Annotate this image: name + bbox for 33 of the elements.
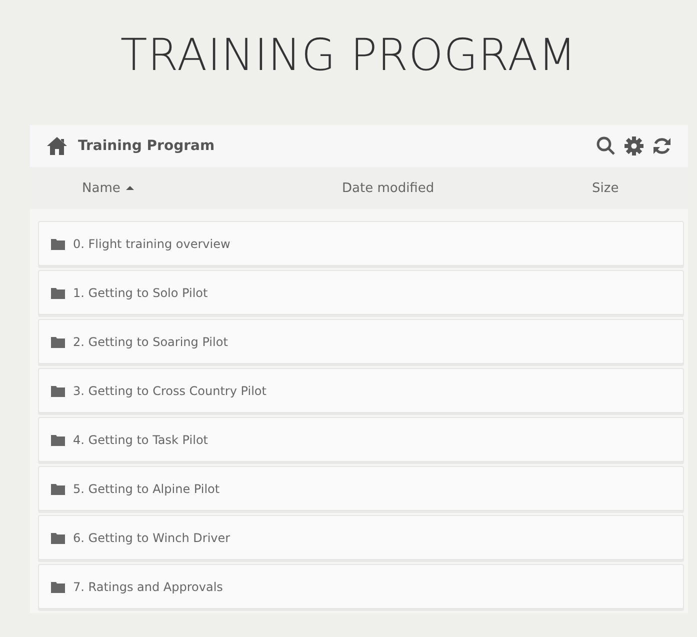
- folder-name: 3. Getting to Cross Country Pilot: [73, 384, 266, 398]
- folder-name: 5. Getting to Alpine Pilot: [73, 482, 220, 496]
- folder-icon: [51, 482, 65, 494]
- folder-row[interactable]: 0. Flight training overview: [38, 221, 684, 266]
- folder-name: 7. Ratings and Approvals: [73, 580, 223, 594]
- column-header[interactable]: Name: [82, 180, 120, 196]
- folder-row[interactable]: 4. Getting to Task Pilot: [38, 417, 684, 462]
- refresh-icon[interactable]: [652, 136, 672, 156]
- folder-name: 0. Flight training overview: [73, 236, 230, 250]
- folder-icon: [51, 384, 65, 396]
- folder-row[interactable]: 7. Ratings and Approvals: [38, 564, 684, 609]
- home-icon[interactable]: [46, 136, 68, 156]
- folder-icon: [51, 238, 65, 250]
- page-title: TRAINING PROGRAM: [120, 30, 577, 81]
- folder-name: 6. Getting to Winch Driver: [73, 530, 230, 544]
- folder-name: 1. Getting to Solo Pilot: [73, 286, 208, 300]
- folder-icon: [51, 336, 65, 348]
- panel-title: Training Program: [78, 138, 216, 154]
- folder-icon: [51, 434, 65, 446]
- folder-row[interactable]: 2. Getting to Soaring Pilot: [38, 319, 684, 364]
- folder-row[interactable]: 1. Getting to Solo Pilot: [38, 270, 684, 315]
- folder-icon: [51, 532, 65, 544]
- column-header[interactable]: Size: [592, 180, 619, 196]
- folder-row[interactable]: 6. Getting to Winch Driver: [38, 515, 684, 560]
- folder-name: 4. Getting to Task Pilot: [73, 432, 208, 446]
- folder-icon: [51, 286, 65, 298]
- folder-row[interactable]: 5. Getting to Alpine Pilot: [38, 466, 684, 511]
- folder-icon: [51, 580, 65, 592]
- search-icon[interactable]: [596, 136, 616, 156]
- column-header[interactable]: Date modified: [342, 180, 434, 196]
- settings-icon[interactable]: [624, 136, 644, 156]
- folder-name: 2. Getting to Soaring Pilot: [73, 334, 228, 348]
- folder-row[interactable]: 3. Getting to Cross Country Pilot: [38, 368, 684, 413]
